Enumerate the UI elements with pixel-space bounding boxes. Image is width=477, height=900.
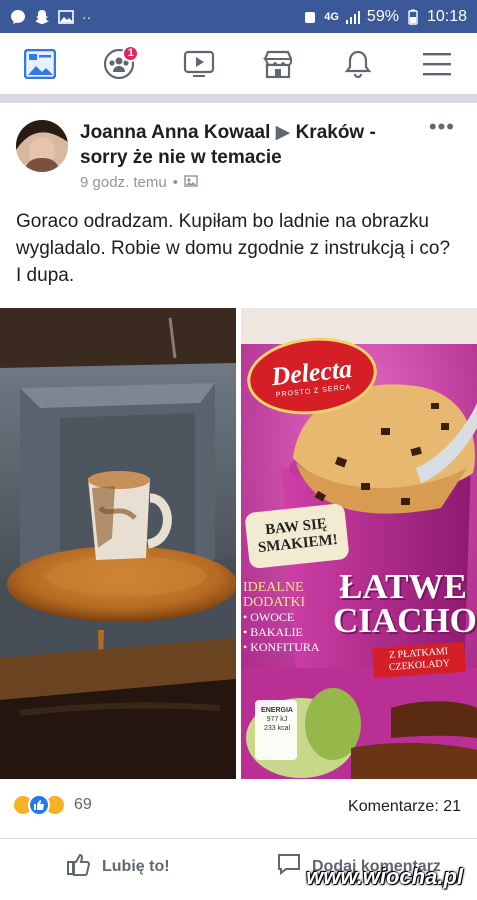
- post-header: Joanna Anna Kowaal ▶ Kraków - sorry że n…: [0, 110, 477, 200]
- side-list-line: • OWOCE: [243, 610, 295, 624]
- network-type: 4G: [324, 10, 339, 23]
- product-name-line2: CIACHO: [333, 601, 477, 640]
- energy-label: ENERGIA 977 kJ 233 kcal: [257, 706, 297, 733]
- nav-friend-requests[interactable]: 1: [91, 39, 147, 89]
- energy-label-title: ENERGIA: [261, 707, 293, 714]
- menu-icon: [423, 52, 452, 75]
- signal-icon: [345, 9, 361, 25]
- nav-notifications[interactable]: [330, 39, 386, 89]
- like-reaction-icon: [28, 794, 50, 816]
- watch-icon: [183, 50, 214, 77]
- battery-level: 59%: [366, 7, 399, 25]
- battery-icon: [405, 9, 421, 25]
- site-watermark: www.wiocha.pl: [306, 864, 463, 889]
- gallery-icon: [58, 9, 74, 25]
- nav-marketplace[interactable]: [250, 39, 306, 89]
- friend-requests-badge: 1: [122, 44, 140, 62]
- author-name[interactable]: Joanna Anna Kowaal: [80, 122, 270, 143]
- side-list-line: • BAKALIE: [243, 625, 303, 639]
- nav-watch[interactable]: [171, 39, 227, 89]
- snapchat-icon: [34, 9, 50, 25]
- actions-divider: [0, 838, 477, 839]
- comments-count[interactable]: Komentarze: 21: [348, 798, 461, 816]
- facebook-nav-bar: 1: [0, 33, 477, 95]
- post-author-line: Joanna Anna Kowaal ▶ Kraków - sorry że n…: [80, 120, 420, 170]
- promo-burst: BAW SIĘ SMAKIEM!: [244, 502, 350, 570]
- alarm-icon: [302, 9, 318, 25]
- audience-icon: [184, 174, 198, 191]
- messenger-icon: [10, 9, 26, 25]
- notifications-icon: [344, 50, 371, 78]
- like-label: Lubię to!: [102, 857, 170, 875]
- post-photo-package[interactable]: Delecta PROSTO Z SERCA BAW SIĘ SMAKIEM! …: [241, 308, 477, 779]
- like-button[interactable]: Lubię to!: [66, 852, 170, 881]
- post-photo-microwave[interactable]: [0, 308, 236, 779]
- clock: 10:18: [426, 7, 467, 25]
- side-list-line: IDEALNE: [243, 580, 304, 595]
- avatar[interactable]: [16, 120, 68, 172]
- news-feed-icon: [23, 48, 56, 79]
- energy-value-kcal: 233 kcal: [263, 725, 291, 732]
- product-name: ŁATWE CIACHO: [333, 567, 477, 640]
- thumbs-up-icon: [66, 852, 92, 881]
- reactions-count: 69: [74, 796, 92, 813]
- dot-separator: •: [172, 174, 178, 191]
- post-text: Goraco odradzam. Kupiłam bo ladnie na ob…: [16, 211, 451, 286]
- nav-news-feed[interactable]: [12, 39, 68, 89]
- nav-menu[interactable]: [409, 39, 465, 89]
- promo-burst-text: BAW SIĘ SMAKIEM!: [257, 515, 339, 557]
- side-list: IDEALNE DODATKI • OWOCE • BAKALIE • KONF…: [243, 580, 333, 655]
- side-list-line: DODATKI: [243, 595, 306, 610]
- side-list-line: • KONFITURA: [243, 640, 320, 654]
- product-name-line1: ŁATWE: [339, 567, 467, 606]
- energy-value-kj: 977 kJ: [266, 716, 288, 723]
- feed-divider: [0, 95, 477, 103]
- comment-icon: [276, 852, 302, 881]
- triangle-right-icon: ▶: [275, 122, 291, 143]
- marketplace-icon: [263, 50, 293, 78]
- post-time[interactable]: 9 godz. temu: [80, 174, 167, 191]
- product-variant: Z PŁATKAMI CZEKOLADY: [372, 641, 466, 679]
- more-options-icon[interactable]: •••: [429, 116, 455, 138]
- status-bar: ·· 4G 59% 10:18: [0, 0, 477, 33]
- more-notifications-icon: ··: [82, 8, 92, 25]
- reactions-summary[interactable]: 69: [12, 794, 92, 816]
- post-meta: 9 godz. temu •: [80, 174, 198, 191]
